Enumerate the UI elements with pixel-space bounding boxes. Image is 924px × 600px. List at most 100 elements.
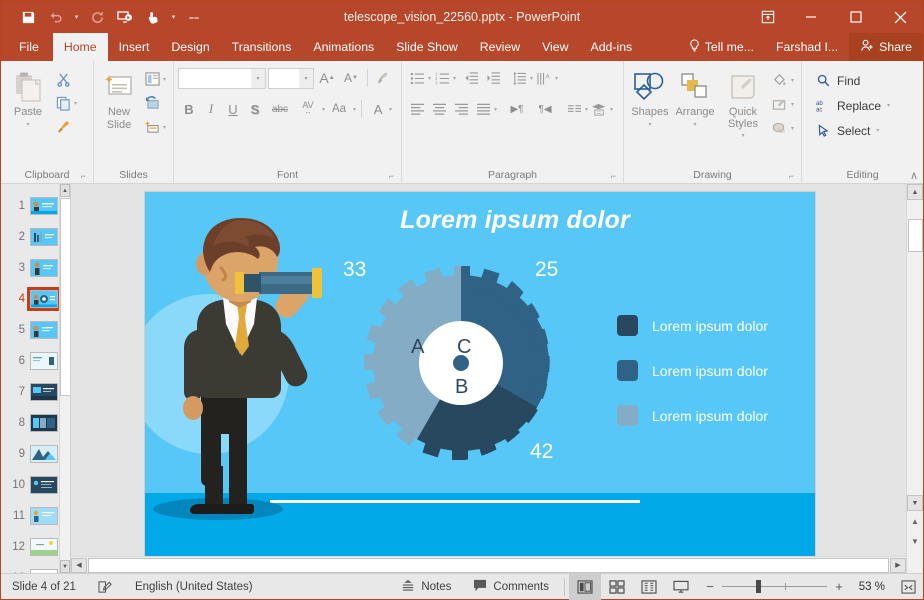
shape-outline-button[interactable]: ▾ xyxy=(768,92,797,116)
thumbnail-scrollbar[interactable]: ▲ ▼ xyxy=(59,184,70,573)
shape-effects-button[interactable]: ▾ xyxy=(768,116,797,140)
justify-dropdown-caret[interactable]: ▾ xyxy=(494,106,497,113)
vertical-scroll-thumb[interactable] xyxy=(908,219,923,252)
undo-icon[interactable] xyxy=(43,5,69,29)
gear-pie-chart[interactable]: A B C xyxy=(356,258,566,468)
thumbnail-scroll-thumb[interactable] xyxy=(60,198,70,396)
tab-home[interactable]: Home xyxy=(52,33,108,61)
legend-item[interactable]: Lorem ipsum dolor xyxy=(617,393,768,438)
layout-button[interactable]: ▾ xyxy=(140,67,169,91)
justify-button[interactable] xyxy=(472,98,494,120)
horizontal-scroll-thumb[interactable] xyxy=(88,557,889,573)
section-button[interactable]: ▾ xyxy=(140,115,169,139)
replace-dropdown-caret[interactable]: ▾ xyxy=(887,102,890,109)
thumbnail-scroll-down-button[interactable]: ▼ xyxy=(60,560,70,573)
language-indicator[interactable]: English (United States) xyxy=(124,574,264,600)
canvas-vertical-scrollbar[interactable]: ▲ ▼ ▲ ▼ xyxy=(906,184,923,573)
scroll-left-button[interactable]: ◀ xyxy=(71,557,87,573)
tab-animations[interactable]: Animations xyxy=(302,33,385,61)
layout-dropdown-caret[interactable]: ▾ xyxy=(163,76,166,83)
drawing-dialog-launcher[interactable]: ⌐ xyxy=(786,171,797,182)
text-direction-dropdown-caret[interactable]: ▾ xyxy=(555,75,558,82)
tab-add-ins[interactable]: Add-ins xyxy=(580,33,644,61)
account-name[interactable]: Farshad I... xyxy=(765,33,849,61)
replace-button[interactable]: ab ac Replace ▾ xyxy=(810,93,896,118)
select-button[interactable]: Select ▾ xyxy=(810,118,885,143)
shape-outline-dropdown-caret[interactable]: ▾ xyxy=(791,101,794,108)
touch-mode-dropdown-caret[interactable]: ▾ xyxy=(168,5,179,29)
tab-file[interactable]: File xyxy=(5,33,53,61)
fit-slide-to-window-button[interactable] xyxy=(893,579,923,594)
view-slideshow-button[interactable] xyxy=(665,574,697,600)
arrange-dropdown-caret[interactable]: ▾ xyxy=(693,119,696,132)
bullets-button[interactable] xyxy=(406,67,428,89)
character-spacing-button[interactable]: AV ↔ xyxy=(294,98,322,120)
format-painter-button[interactable] xyxy=(51,115,80,139)
quick-styles-button[interactable]: Quick Styles ▾ xyxy=(718,65,768,145)
zoom-in-button[interactable]: + xyxy=(834,579,844,594)
copy-button[interactable]: ▾ xyxy=(51,91,80,115)
increase-font-size-button[interactable]: A ▲ xyxy=(316,67,338,89)
clipboard-dialog-launcher[interactable]: ⌐ xyxy=(78,171,89,182)
bold-button[interactable]: B xyxy=(178,98,200,120)
slide-editing-surface[interactable]: Lorem ipsum dolor A B C 33 25 42 Lorem i… xyxy=(145,192,815,569)
zoom-out-button[interactable]: − xyxy=(705,579,715,594)
section-dropdown-caret[interactable]: ▾ xyxy=(163,124,166,131)
center-button[interactable] xyxy=(428,98,450,120)
arrange-button[interactable]: Arrange ▾ xyxy=(672,65,718,135)
zoom-slider-track[interactable] xyxy=(722,580,827,593)
rtl-direction-button[interactable]: ¶◀ xyxy=(531,98,559,120)
font-size-dropdown-caret[interactable]: ▾ xyxy=(299,68,313,88)
font-size-input[interactable]: ▾ xyxy=(268,67,314,89)
font-name-dropdown-caret[interactable]: ▾ xyxy=(251,68,265,88)
scroll-up-button[interactable]: ▲ xyxy=(907,184,923,200)
new-slide-button[interactable]: New Slide xyxy=(98,65,140,135)
tab-slide-show[interactable]: Slide Show xyxy=(385,33,469,61)
customize-quick-access-toolbar-icon[interactable]: ⩵ xyxy=(181,5,207,29)
undo-dropdown-caret[interactable]: ▾ xyxy=(71,5,82,29)
copy-dropdown-caret[interactable]: ▾ xyxy=(74,100,77,107)
change-case-button[interactable]: Aa xyxy=(325,98,353,120)
previous-slide-button[interactable]: ▲ xyxy=(907,511,923,531)
smartart-dropdown-caret[interactable]: ▾ xyxy=(610,106,613,113)
maximize-button[interactable] xyxy=(833,1,878,33)
spell-check-button[interactable] xyxy=(87,574,124,600)
shapes-button[interactable]: Shapes ▾ xyxy=(628,65,672,135)
change-case-dropdown-caret[interactable]: ▾ xyxy=(353,106,356,113)
touch-mouse-mode-icon[interactable] xyxy=(140,5,166,29)
save-icon[interactable] xyxy=(15,5,41,29)
decrease-indent-button[interactable] xyxy=(460,67,482,89)
minimize-button[interactable] xyxy=(788,1,833,33)
cut-button[interactable] xyxy=(51,67,80,91)
shape-fill-button[interactable]: ▾ xyxy=(768,68,797,92)
align-right-button[interactable] xyxy=(450,98,472,120)
tab-view[interactable]: View xyxy=(531,33,579,61)
canvas-horizontal-scrollbar[interactable]: ◀ ▶ xyxy=(71,556,906,573)
clear-formatting-button[interactable] xyxy=(373,67,395,89)
ltr-direction-button[interactable]: ▶¶ xyxy=(503,98,531,120)
zoom-percentage[interactable]: 53 % xyxy=(851,581,885,593)
find-button[interactable]: Find xyxy=(810,68,866,93)
columns-button[interactable] xyxy=(563,98,585,120)
redo-icon[interactable] xyxy=(84,5,110,29)
shape-effects-dropdown-caret[interactable]: ▾ xyxy=(791,125,794,132)
font-dialog-launcher[interactable]: ⌐ xyxy=(386,171,397,182)
close-button[interactable] xyxy=(878,1,923,33)
view-normal-button[interactable] xyxy=(569,573,601,600)
next-slide-button[interactable]: ▼ xyxy=(907,531,923,551)
ribbon-display-options-icon[interactable] xyxy=(748,1,788,33)
legend-item[interactable]: Lorem ipsum dolor xyxy=(617,303,768,348)
select-dropdown-caret[interactable]: ▾ xyxy=(876,127,879,134)
share-button[interactable]: Share xyxy=(849,33,923,61)
numbering-button[interactable]: 123 xyxy=(431,67,453,89)
view-slide-sorter-button[interactable] xyxy=(601,574,633,600)
tab-insert[interactable]: Insert xyxy=(108,33,161,61)
slide-counter[interactable]: Slide 4 of 21 xyxy=(1,574,87,600)
comments-button[interactable]: Comments xyxy=(462,574,560,600)
tab-transitions[interactable]: Transitions xyxy=(221,33,303,61)
notes-button[interactable]: Notes xyxy=(390,574,462,600)
scroll-down-button[interactable]: ▼ xyxy=(907,495,923,511)
text-shadow-button[interactable]: S xyxy=(244,98,266,120)
font-name-input[interactable]: ▾ xyxy=(178,67,266,89)
paragraph-dialog-launcher[interactable]: ⌐ xyxy=(608,171,619,182)
